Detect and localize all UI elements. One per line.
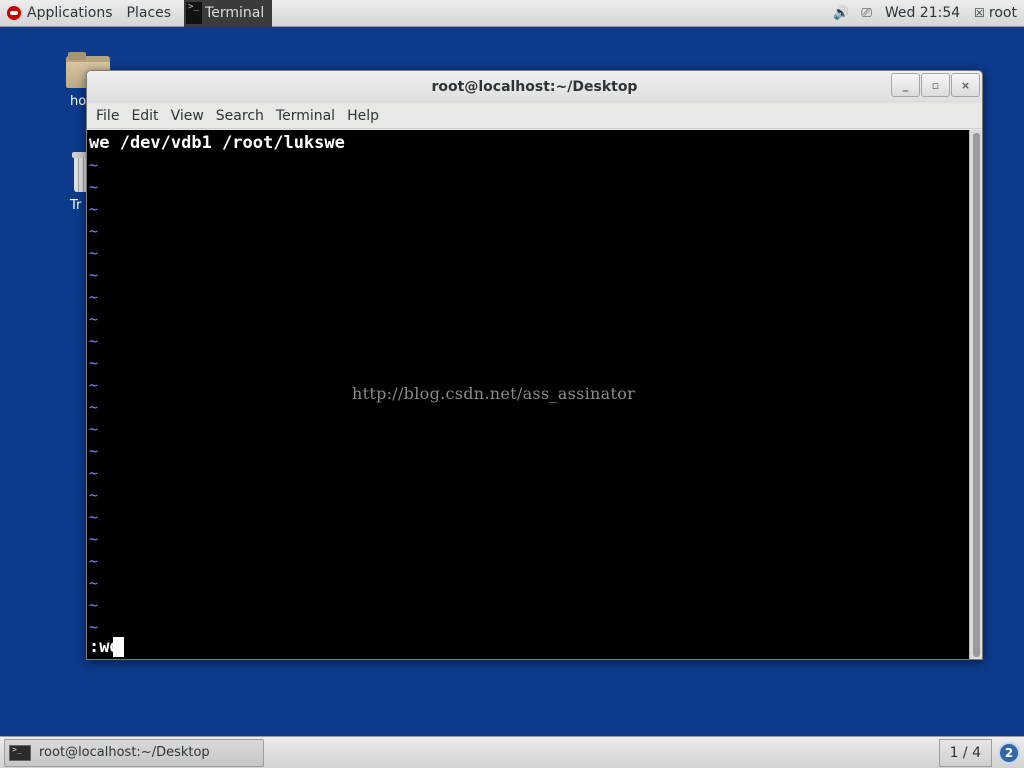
vim-tilde-line: ~ <box>89 442 99 460</box>
places-label: Places <box>126 5 172 21</box>
workspace-switcher[interactable]: 1 / 4 <box>938 738 992 767</box>
menu-view[interactable]: View <box>165 108 210 124</box>
menu-help[interactable]: Help <box>341 108 385 124</box>
places-menu[interactable]: Places <box>120 0 179 27</box>
vim-tilde-line: ~ <box>89 596 99 614</box>
terminal-window[interactable]: root@localhost:~/Desktop _ ▫ × File Edit… <box>86 70 983 660</box>
vim-tilde-line: ~ <box>89 354 99 372</box>
notification-badge[interactable]: 2 <box>998 741 1020 764</box>
vim-tilde-line: ~ <box>89 310 99 328</box>
vim-tilde-line: ~ <box>89 376 99 394</box>
vim-tilde-line: ~ <box>89 420 99 438</box>
taskbar-window-label: root@localhost:~/Desktop <box>39 745 210 760</box>
vim-tilde-line: ~ <box>89 486 99 504</box>
vim-tilde-line: ~ <box>89 178 99 196</box>
clock[interactable]: Wed 21:54 <box>878 0 967 27</box>
active-app-label: Terminal <box>205 5 265 21</box>
maximize-button[interactable]: ▫ <box>921 73 950 97</box>
terminal-scrollbar[interactable] <box>969 130 982 659</box>
menu-bar: File Edit View Search Terminal Help <box>87 103 982 129</box>
user-menu[interactable]: ☒ root <box>967 0 1024 27</box>
terminal-icon: >_ <box>186 2 203 24</box>
vim-tilde-line: ~ <box>89 574 99 592</box>
vim-tilde-line: ~ <box>89 508 99 526</box>
vim-tilde-line: ~ <box>89 156 99 174</box>
vim-tilde-line: ~ <box>89 464 99 482</box>
taskbar-window-button[interactable]: >_ root@localhost:~/Desktop <box>4 738 264 767</box>
top-panel: Applications Places >_ Terminal 🔊 ⎚ Wed … <box>0 0 1024 27</box>
user-icon: ☒ <box>974 6 985 20</box>
terminal-content[interactable]: we /dev/vdb1 /root/lukswe http://blog.cs… <box>87 130 969 659</box>
menu-search[interactable]: Search <box>210 108 270 124</box>
vim-tilde-line: ~ <box>89 332 99 350</box>
applications-label: Applications <box>27 5 113 21</box>
close-button[interactable]: × <box>951 73 980 97</box>
menu-edit[interactable]: Edit <box>125 108 164 124</box>
vim-tilde-line: ~ <box>89 244 99 262</box>
applications-menu[interactable]: Applications <box>0 0 120 27</box>
vim-tilde-line: ~ <box>89 618 99 636</box>
text-cursor <box>112 637 124 657</box>
menu-terminal[interactable]: Terminal <box>270 108 341 124</box>
volume-icon[interactable]: 🔊 <box>827 6 855 21</box>
scrollbar-thumb[interactable] <box>973 133 980 657</box>
vim-tilde-line: ~ <box>89 552 99 570</box>
menu-file[interactable]: File <box>90 108 125 124</box>
active-app-menu[interactable]: >_ Terminal <box>184 0 273 27</box>
vim-tilde-line: ~ <box>89 222 99 240</box>
vim-tilde-line: ~ <box>89 266 99 284</box>
bottom-panel: >_ root@localhost:~/Desktop 1 / 4 2 <box>0 736 1024 768</box>
terminal-icon: >_ <box>9 744 31 761</box>
minimize-button[interactable]: _ <box>891 73 920 97</box>
vim-tilde-line: ~ <box>89 398 99 416</box>
window-titlebar[interactable]: root@localhost:~/Desktop _ ▫ × <box>87 71 982 103</box>
vim-tilde-line: ~ <box>89 200 99 218</box>
vim-tilde-line: ~ <box>89 530 99 548</box>
user-label: root <box>988 5 1017 21</box>
vim-buffer-line: we /dev/vdb1 /root/lukswe <box>89 133 345 153</box>
network-icon[interactable]: ⎚ <box>855 6 877 21</box>
watermark-text: http://blog.csdn.net/ass_assinator <box>352 384 636 403</box>
window-title: root@localhost:~/Desktop <box>431 79 638 95</box>
fedora-logo-icon <box>7 6 21 20</box>
vim-tilde-line: ~ <box>89 288 99 306</box>
vim-command-line: :wq <box>89 636 124 658</box>
